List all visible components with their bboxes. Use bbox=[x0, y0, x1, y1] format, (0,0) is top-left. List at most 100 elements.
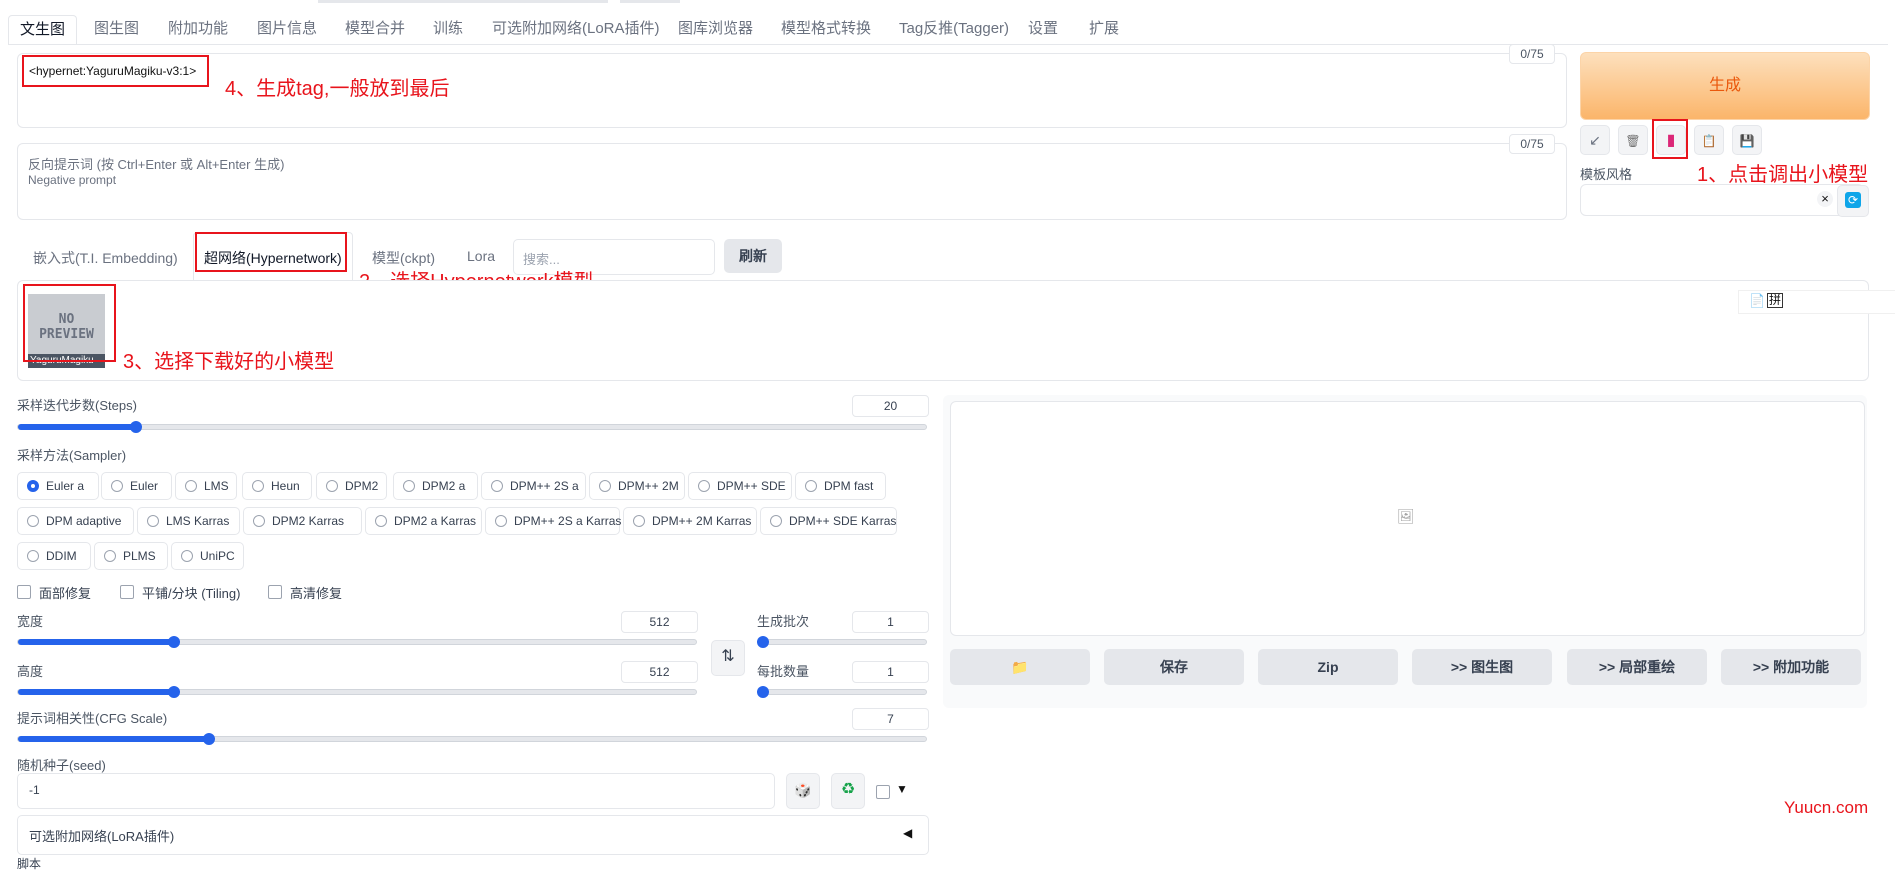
sampler-option[interactable]: DPM2 a Karras bbox=[365, 507, 482, 535]
arrow-icon: ↙ bbox=[1589, 132, 1601, 148]
cfg-slider-thumb[interactable] bbox=[202, 733, 215, 745]
send-to-img2img-button[interactable]: >> 图生图 bbox=[1412, 649, 1552, 685]
zip-button[interactable]: Zip bbox=[1258, 649, 1398, 685]
open-folder-button[interactable]: 📁 bbox=[950, 649, 1090, 685]
send-to-inpaint-button[interactable]: >> 局部重绘 bbox=[1567, 649, 1707, 685]
cfg-slider-fill bbox=[18, 736, 209, 742]
batch-size-slider-thumb[interactable] bbox=[757, 686, 769, 698]
document-icon[interactable]: 📄 bbox=[1749, 293, 1765, 309]
negative-token-counter: 0/75 bbox=[1509, 134, 1555, 154]
sampler-option[interactable]: Heun bbox=[242, 472, 312, 500]
annotation-4: 4、生成tag,一般放到最后 bbox=[225, 78, 450, 100]
width-slider-thumb[interactable] bbox=[167, 636, 180, 648]
sampler-label: 采样方法(Sampler) bbox=[17, 448, 127, 463]
tab-train[interactable]: 训练 bbox=[433, 15, 463, 43]
read-params-button[interactable]: ↙ bbox=[1580, 125, 1610, 155]
sampler-option[interactable]: DPM++ SDE Karras bbox=[760, 507, 897, 535]
dice-icon: 🎲 bbox=[794, 782, 812, 798]
tab-extensions[interactable]: 扩展 bbox=[1089, 15, 1119, 43]
subtab-embedding[interactable]: 嵌入式(T.I. Embedding) bbox=[33, 248, 178, 268]
height-label: 高度 bbox=[17, 664, 44, 679]
steps-slider-thumb[interactable] bbox=[130, 421, 143, 433]
batch-count-slider[interactable] bbox=[757, 636, 927, 648]
sampler-option[interactable]: DPM2 bbox=[316, 472, 387, 500]
sampler-option[interactable]: DPM fast bbox=[795, 472, 886, 500]
annotation-3: 3、选择下载好的小模型 bbox=[123, 351, 335, 373]
extra-seed-checkbox[interactable] bbox=[876, 785, 890, 799]
height-slider-fill bbox=[18, 689, 174, 695]
cfg-label: 提示词相关性(CFG Scale) bbox=[17, 711, 168, 726]
steps-label: 采样迭代步数(Steps) bbox=[17, 398, 137, 413]
random-seed-button[interactable]: 🎲 bbox=[786, 773, 820, 809]
cfg-number[interactable]: 7 bbox=[852, 708, 929, 730]
sampler-option[interactable]: DPM2 a bbox=[393, 472, 478, 500]
tab-extras[interactable]: 附加功能 bbox=[168, 15, 228, 43]
tab-txt2img[interactable]: 文生图 bbox=[8, 15, 78, 45]
network-refresh-button[interactable]: 刷新 bbox=[724, 239, 782, 273]
height-slider-thumb[interactable] bbox=[167, 686, 180, 698]
script-label: 脚本 bbox=[17, 857, 42, 871]
sampler-option[interactable]: UniPC bbox=[171, 542, 244, 570]
style-select[interactable]: × ▾ bbox=[1580, 184, 1864, 216]
generate-button[interactable]: 生成 bbox=[1580, 52, 1870, 120]
sampler-option[interactable]: DPM++ 2M bbox=[589, 472, 685, 500]
extra-seed-caret-icon[interactable]: ▼ bbox=[896, 782, 908, 796]
tab-checkpoint-merger[interactable]: 模型合并 bbox=[345, 15, 405, 43]
batch-count-slider-thumb[interactable] bbox=[757, 636, 769, 648]
tab-additional-networks[interactable]: 可选附加网络(LoRA插件) bbox=[492, 15, 660, 43]
swap-dimensions-button[interactable]: ⇅ bbox=[711, 640, 745, 676]
annotation-box-prompt bbox=[22, 55, 209, 87]
floating-toolbar: 📄 拼 bbox=[1738, 290, 1895, 314]
sampler-option[interactable]: LMS bbox=[175, 472, 237, 500]
cfg-slider[interactable] bbox=[17, 733, 927, 745]
prompt-token-counter: 0/75 bbox=[1509, 44, 1555, 64]
sampler-option[interactable]: DPM adaptive bbox=[17, 507, 134, 535]
hires-fix-checkbox[interactable]: 高清修复 bbox=[268, 583, 342, 602]
style-refresh-button[interactable]: ⟳ bbox=[1837, 185, 1869, 217]
clear-icon[interactable]: × bbox=[1817, 191, 1833, 207]
accordion-caret-icon: ◀ bbox=[903, 826, 913, 840]
sampler-option[interactable]: PLMS bbox=[94, 542, 168, 570]
tab-png-info[interactable]: 图片信息 bbox=[257, 15, 317, 43]
batch-count-label: 生成批次 bbox=[757, 614, 810, 629]
clear-prompt-button[interactable]: 🗑 bbox=[1618, 125, 1648, 155]
tab-tagger[interactable]: Tag反推(Tagger) bbox=[899, 15, 1009, 43]
send-to-extras-button[interactable]: >> 附加功能 bbox=[1721, 649, 1861, 685]
tab-image-browser[interactable]: 图库浏览器 bbox=[678, 15, 753, 43]
lora-accordion-label: 可选附加网络(LoRA插件) bbox=[29, 829, 175, 844]
batch-count-number[interactable]: 1 bbox=[852, 611, 929, 633]
tab-model-converter[interactable]: 模型格式转换 bbox=[781, 15, 871, 43]
batch-size-slider[interactable] bbox=[757, 686, 927, 698]
sampler-option[interactable]: DPM++ 2M Karras bbox=[623, 507, 757, 535]
sampler-option[interactable]: Euler bbox=[101, 472, 172, 500]
sampler-option[interactable]: DPM++ SDE bbox=[688, 472, 792, 500]
sampler-option[interactable]: DPM++ 2S a Karras bbox=[485, 507, 621, 535]
sampler-option[interactable]: DPM2 Karras bbox=[243, 507, 362, 535]
face-restore-checkbox[interactable]: 面部修复 bbox=[17, 583, 91, 602]
pinyin-icon[interactable]: 拼 bbox=[1767, 293, 1784, 308]
steps-slider[interactable] bbox=[17, 421, 927, 433]
apply-style-button[interactable]: 📋 bbox=[1694, 125, 1724, 155]
save-button[interactable]: 保存 bbox=[1104, 649, 1244, 685]
sampler-option[interactable]: DDIM bbox=[17, 542, 91, 570]
tab-img2img[interactable]: 图生图 bbox=[94, 15, 139, 43]
top-strip bbox=[0, 0, 1895, 5]
height-slider[interactable] bbox=[17, 686, 697, 698]
save-icon: 💾 bbox=[1739, 134, 1755, 148]
subtab-lora[interactable]: Lora bbox=[467, 248, 495, 264]
width-number[interactable]: 512 bbox=[621, 611, 698, 633]
steps-number[interactable]: 20 bbox=[852, 395, 929, 417]
annotation-box-card bbox=[23, 284, 116, 362]
annotation-box-extra-networks bbox=[1652, 119, 1688, 159]
sampler-option[interactable]: LMS Karras bbox=[137, 507, 240, 535]
tab-settings[interactable]: 设置 bbox=[1028, 15, 1058, 43]
height-number[interactable]: 512 bbox=[621, 661, 698, 683]
sampler-option[interactable]: DPM++ 2S a bbox=[481, 472, 586, 500]
reuse-seed-button[interactable]: ♻ bbox=[831, 773, 865, 809]
tiling-checkbox[interactable]: 平铺/分块 (Tiling) bbox=[120, 583, 240, 602]
sampler-option[interactable]: Euler a bbox=[17, 472, 99, 500]
seed-input[interactable] bbox=[17, 773, 775, 809]
save-style-button[interactable]: 💾 bbox=[1732, 125, 1762, 155]
batch-size-number[interactable]: 1 bbox=[852, 661, 929, 683]
width-slider[interactable] bbox=[17, 636, 697, 648]
